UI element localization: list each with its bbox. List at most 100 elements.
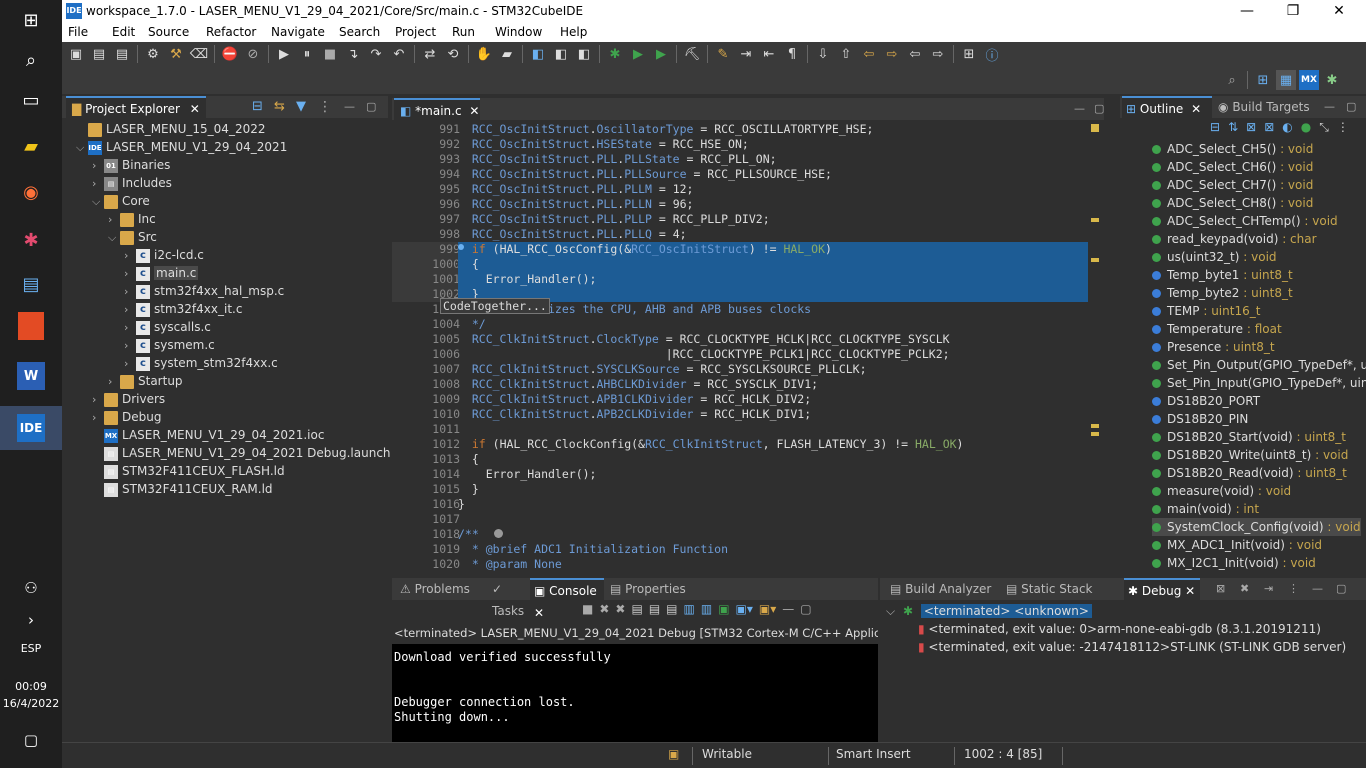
minimize-view-icon[interactable]: —	[1324, 96, 1335, 118]
chevron-icon[interactable]: ›	[108, 211, 120, 229]
tree-item[interactable]: ⌵ IDE LASER_MENU_V1_29_04_2021	[76, 138, 287, 156]
maximize-view-icon[interactable]: ▢	[800, 602, 811, 622]
code-line[interactable]: RCC_OscInitStruct.PLL.PLLP = RCC_PLLP_DI…	[458, 212, 770, 227]
step-into-icon[interactable]: ↴	[343, 44, 363, 64]
menu-project[interactable]: Project	[395, 25, 436, 39]
menu-edit[interactable]: Edit	[112, 25, 135, 39]
tree-item[interactable]: › ▤ Includes	[92, 174, 172, 192]
codetogether-tooltip[interactable]: CodeTogether...	[440, 298, 550, 314]
outline-item[interactable]: ADC_Select_CH6() : void	[1152, 158, 1313, 176]
language-indicator[interactable]: ESP	[0, 642, 62, 655]
tree-item[interactable]: › Drivers	[92, 390, 165, 408]
chevron-icon[interactable]: ⌵	[92, 193, 104, 211]
code-line[interactable]: |RCC_CLOCKTYPE_PCLK1|RCC_CLOCKTYPE_PCLK2…	[458, 347, 950, 362]
prev-annot-icon[interactable]: ⇤	[759, 44, 779, 64]
debug-root[interactable]: ⌵ ✱ <terminated> <unknown>	[886, 602, 1092, 620]
console-output[interactable]: Download verified successfully Debugger c…	[392, 644, 878, 742]
code-line[interactable]: }	[458, 287, 1102, 302]
code-line[interactable]: RCC_OscInitStruct.PLL.PLLState = RCC_PLL…	[458, 152, 777, 167]
menu-navigate[interactable]: Navigate	[271, 25, 325, 39]
minimize-view-icon[interactable]: —	[782, 602, 794, 622]
fold-toggle-icon[interactable]	[494, 529, 503, 538]
tree-item[interactable]: LASER_MENU_15_04_2022	[76, 120, 265, 138]
open-folder-icon[interactable]: ▰	[497, 44, 517, 64]
menu-run[interactable]: Run	[452, 25, 475, 39]
open-console-icon[interactable]: ▣▾	[759, 602, 776, 622]
code-line[interactable]: RCC_ClkInitStruct.ClockType = RCC_CLOCKT…	[458, 332, 950, 347]
app-icon[interactable]: ✱	[10, 222, 52, 258]
drop-frame-icon[interactable]: ⇄	[420, 44, 440, 64]
debug-perspective-icon[interactable]: ✱	[1322, 70, 1342, 90]
pin-console-icon[interactable]: ▣	[718, 602, 729, 622]
collapse-all-icon[interactable]: ⊟	[1210, 120, 1220, 140]
tree-item[interactable]: › c i2c-lcd.c	[124, 246, 204, 264]
code-line[interactable]: Error_Handler();	[458, 272, 1102, 287]
show-whitespace-icon[interactable]: ¶	[782, 44, 802, 64]
close-icon[interactable]: ✕	[190, 102, 200, 116]
code-line[interactable]: }	[458, 497, 465, 512]
tree-item[interactable]: MX LASER_MENU_V1_29_04_2021.ioc	[92, 426, 324, 444]
filter-icon[interactable]: ▼	[296, 96, 306, 118]
code-line[interactable]: RCC_OscInitStruct.PLL.PLLSource = RCC_PL…	[458, 167, 832, 182]
chevron-icon[interactable]: ⌵	[108, 229, 120, 247]
save-all-icon[interactable]: ▤	[112, 44, 132, 64]
outline-item[interactable]: Set_Pin_Input(GPIO_TypeDef*, uint'	[1152, 374, 1366, 392]
computer-icon[interactable]: ▤	[10, 266, 52, 302]
code-line[interactable]: RCC_OscInitStruct.PLL.PLLM = 12;	[458, 182, 694, 197]
status-icon[interactable]: ▣	[668, 747, 679, 761]
step-icon[interactable]: ⇥	[1264, 578, 1273, 600]
code-line[interactable]: RCC_OscInitStruct.PLL.PLLN = 96;	[458, 197, 694, 212]
collapse-all-icon[interactable]: ⊟	[252, 96, 263, 118]
code-line[interactable]: {	[458, 452, 479, 467]
tree-item[interactable]: › Debug	[92, 408, 161, 426]
tree-item[interactable]: › Startup	[108, 372, 183, 390]
tab-tasks[interactable]: ✓ Tasks	[488, 578, 528, 618]
marker[interactable]	[1091, 124, 1099, 132]
ext-tools-icon[interactable]: ⛏	[682, 44, 702, 64]
tab-console[interactable]: ▣ Console ✕	[530, 578, 604, 620]
code-line[interactable]: {	[458, 257, 1102, 272]
tab-problems[interactable]: ⚠ Problems	[396, 578, 486, 600]
outline-item[interactable]: MX_I2C1_Init(void) : void	[1152, 554, 1316, 572]
minimize-view-icon[interactable]: —	[344, 96, 355, 118]
maximize-view-icon[interactable]: ▢	[1336, 578, 1346, 600]
outline-item[interactable]: main(void) : int	[1152, 500, 1259, 518]
outline-item[interactable]: DS18B20_Start(void) : uint8_t	[1152, 428, 1346, 446]
tab-outline[interactable]: ⊞ Outline ✕	[1122, 96, 1212, 118]
outline-item[interactable]: ADC_Select_CH7() : void	[1152, 176, 1313, 194]
debug-process-item[interactable]: ▮ <terminated, exit value: -2147418112>S…	[918, 638, 1346, 656]
tree-item-selected[interactable]: › c main.c	[124, 264, 199, 282]
sort-icon[interactable]: ⇅	[1228, 120, 1238, 140]
restart-icon[interactable]: ⟲	[443, 44, 463, 64]
next-icon[interactable]: ⇩	[813, 44, 833, 64]
open-perspective-icon[interactable]: ⊞	[1253, 70, 1273, 90]
chevron-icon[interactable]: ›	[124, 319, 136, 337]
hide-nonpublic-icon[interactable]: ◐	[1282, 120, 1292, 140]
outline-item[interactable]: Temp_byte2 : uint8_t	[1152, 284, 1293, 302]
close-icon[interactable]: ✕	[1181, 584, 1195, 598]
outline-item[interactable]: measure(void) : void	[1152, 482, 1291, 500]
outline-item[interactable]: DS18B20_PORT	[1152, 392, 1260, 410]
outline-item[interactable]: Presence : uint8_t	[1152, 338, 1275, 356]
chevron-icon[interactable]: ›	[124, 337, 136, 355]
new-icon[interactable]: ▣	[66, 44, 86, 64]
chevron-icon[interactable]: ⌵	[76, 139, 88, 157]
pdf-app-icon[interactable]	[18, 312, 44, 340]
toggle-mark-icon[interactable]: ✎	[713, 44, 733, 64]
tab-properties[interactable]: ▤ Properties	[606, 578, 696, 600]
tree-item[interactable]: › c sysmem.c	[124, 336, 215, 354]
display-console-icon[interactable]: ▣▾	[736, 602, 753, 622]
show-stdout-icon[interactable]: ▥	[684, 602, 695, 622]
new-source-icon[interactable]: ◧	[574, 44, 594, 64]
clock-time[interactable]: 00:09	[0, 680, 62, 693]
outline-item[interactable]: ADC_Select_CH5() : void	[1152, 140, 1313, 158]
debug-icon[interactable]: ✱	[605, 44, 625, 64]
remove-launch-icon[interactable]: ✖	[599, 602, 609, 622]
terminate-icon[interactable]: ■	[582, 602, 593, 622]
menu-help[interactable]: Help	[560, 25, 587, 39]
close-icon[interactable]: ✕	[1191, 102, 1201, 116]
nav-back-icon[interactable]: ⇦	[905, 44, 925, 64]
file-explorer-icon[interactable]: ▰	[10, 128, 52, 164]
nav-fwd-icon[interactable]: ⇨	[928, 44, 948, 64]
tab-static-stack-analyzer[interactable]: ▤ Static Stack Analyzer	[1002, 578, 1122, 618]
